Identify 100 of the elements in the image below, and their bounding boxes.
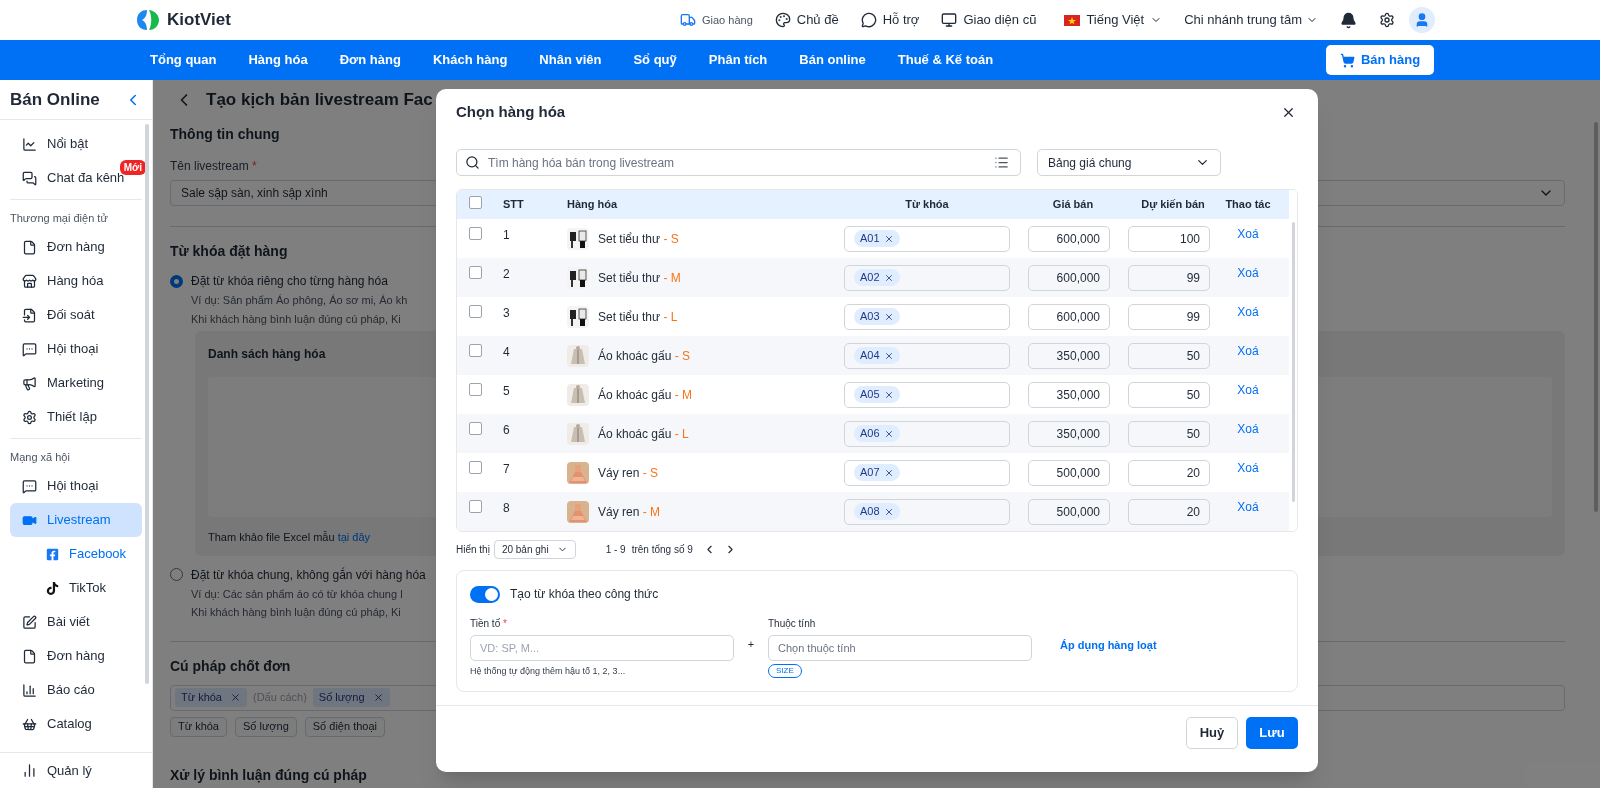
checkbox[interactable]	[469, 422, 482, 435]
remove-icon[interactable]	[883, 506, 894, 517]
delete-link[interactable]: Xoá	[1237, 305, 1259, 319]
price-list-dropdown[interactable]: Bảng giá chung	[1037, 149, 1221, 176]
remove-icon[interactable]	[883, 467, 894, 478]
syntax-chip[interactable]: Số điện thoại	[304, 716, 385, 737]
syntax-chip[interactable]: Số lượng	[235, 716, 297, 737]
quantity-field[interactable]: 99	[1128, 303, 1210, 330]
sidebar-item[interactable]: Đối soát	[10, 298, 142, 332]
price-field[interactable]: 350,000	[1028, 420, 1110, 447]
sidebar-subitem[interactable]: Facebook	[10, 537, 142, 571]
quantity-field[interactable]: 20	[1128, 498, 1210, 525]
delete-link[interactable]: Xoá	[1237, 227, 1259, 241]
branch-selector[interactable]: Chi nhánh trung tâm	[1184, 10, 1318, 30]
remove-icon[interactable]	[883, 350, 894, 361]
nav-item[interactable]: Sổ quỹ	[633, 50, 677, 70]
keyword-field[interactable]: A07	[844, 459, 1010, 486]
checkbox[interactable]	[469, 266, 482, 279]
delete-link[interactable]: Xoá	[1237, 500, 1259, 514]
remove-icon[interactable]	[230, 692, 241, 703]
notification-icon[interactable]	[1340, 11, 1357, 29]
apply-all-link[interactable]: Áp dụng hàng loạt	[1060, 637, 1157, 679]
delete-link[interactable]: Xoá	[1237, 422, 1259, 436]
remove-icon[interactable]	[883, 233, 894, 244]
quantity-field[interactable]: 50	[1128, 420, 1210, 447]
header-link[interactable]: Hỗ trợ	[860, 10, 920, 30]
keyword-field[interactable]: A04	[844, 342, 1010, 369]
sidebar-item[interactable]: Đơn hàng	[10, 639, 142, 673]
quantity-field[interactable]: 50	[1128, 342, 1210, 369]
cancel-button[interactable]: Huỷ	[1186, 717, 1238, 749]
delete-link[interactable]: Xoá	[1237, 383, 1259, 397]
list-icon[interactable]	[994, 155, 1009, 170]
checkbox[interactable]	[469, 500, 482, 513]
header-link[interactable]: Giao diện cũ	[941, 10, 1037, 30]
sidebar-item[interactable]: Đơn hàng	[10, 230, 142, 264]
quantity-field[interactable]: 100	[1128, 225, 1210, 252]
checkbox[interactable]	[469, 461, 482, 474]
sidebar-item[interactable]: Bài viết	[10, 605, 142, 639]
toggle-switch[interactable]	[470, 585, 500, 603]
page-size-dropdown[interactable]: 20 bản ghi	[493, 539, 576, 559]
nav-item[interactable]: Đơn hàng	[339, 50, 401, 70]
language-selector[interactable]: Tiếng Việt	[1064, 10, 1163, 30]
quantity-field[interactable]: 99	[1128, 264, 1210, 291]
sidebar-item[interactable]: Quản lý	[10, 760, 92, 781]
sidebar-item[interactable]: Hàng hóa	[10, 264, 142, 298]
sidebar-item[interactable]: Nổi bật	[10, 127, 142, 161]
sidebar-item[interactable]: Hội thoại	[10, 469, 142, 503]
checkbox[interactable]	[469, 344, 482, 357]
price-field[interactable]: 500,000	[1028, 498, 1110, 525]
user-avatar[interactable]	[1409, 7, 1435, 33]
nav-item[interactable]: Bán online	[799, 50, 866, 70]
sidebar-item[interactable]: Catalog	[10, 707, 142, 741]
nav-item[interactable]: Phân tích	[708, 50, 768, 70]
checkbox[interactable]	[469, 195, 482, 209]
remove-icon[interactable]	[883, 272, 894, 283]
keyword-field[interactable]: A03	[844, 303, 1010, 330]
sidebar-item[interactable]: Thiết lập	[10, 400, 142, 434]
quantity-field[interactable]: 50	[1128, 381, 1210, 408]
checkbox[interactable]	[469, 383, 482, 396]
price-field[interactable]: 350,000	[1028, 381, 1110, 408]
settings-icon[interactable]	[1379, 12, 1395, 28]
prefix-field[interactable]: VD: SP, M...	[470, 635, 734, 661]
quantity-field[interactable]: 20	[1128, 459, 1210, 486]
remove-icon[interactable]	[883, 311, 894, 322]
delete-link[interactable]: Xoá	[1237, 461, 1259, 475]
header-link[interactable]: Giao hàng	[680, 11, 753, 29]
sidebar-item[interactable]: Marketing	[10, 366, 142, 400]
sidebar-item[interactable]: Hội thoại	[10, 332, 142, 366]
search-field[interactable]: Tìm hàng hóa bán trong livestream	[456, 149, 1021, 176]
price-field[interactable]: 600,000	[1028, 264, 1110, 291]
keyword-field[interactable]: A06	[844, 420, 1010, 447]
price-field[interactable]: 600,000	[1028, 225, 1110, 252]
sidebar-item[interactable]: Livestream	[10, 503, 142, 537]
checkbox[interactable]	[469, 227, 482, 240]
delete-link[interactable]: Xoá	[1237, 266, 1259, 280]
nav-item[interactable]: Nhân viên	[539, 50, 602, 70]
radio-button[interactable]	[170, 568, 183, 581]
price-field[interactable]: 350,000	[1028, 342, 1110, 369]
price-field[interactable]: 600,000	[1028, 303, 1110, 330]
sell-button[interactable]: Bán hàng	[1326, 45, 1434, 75]
header-link[interactable]: Chủ đề	[774, 10, 839, 30]
checkbox[interactable]	[469, 305, 482, 318]
save-button[interactable]: Lưu	[1246, 717, 1298, 749]
nav-item[interactable]: Tổng quan	[150, 50, 217, 70]
keyword-field[interactable]: A01	[844, 225, 1010, 252]
nav-item[interactable]: Khách hàng	[432, 50, 508, 70]
keyword-field[interactable]: A05	[844, 381, 1010, 408]
delete-link[interactable]: Xoá	[1237, 344, 1259, 358]
nav-item[interactable]: Hàng hóa	[248, 50, 308, 70]
keyword-field[interactable]: A02	[844, 264, 1010, 291]
price-field[interactable]: 500,000	[1028, 459, 1110, 486]
remove-icon[interactable]	[883, 428, 894, 439]
sidebar-item[interactable]: Báo cáo	[10, 673, 142, 707]
sidebar-subitem[interactable]: TikTok	[10, 571, 142, 605]
remove-icon[interactable]	[372, 692, 384, 703]
nav-item[interactable]: Thuế & Kế toán	[897, 50, 994, 70]
attribute-field[interactable]: Chọn thuộc tính	[768, 635, 1032, 661]
remove-icon[interactable]	[883, 389, 894, 400]
syntax-chip[interactable]: Từ khóa	[170, 716, 227, 737]
keyword-field[interactable]: A08	[844, 498, 1010, 525]
